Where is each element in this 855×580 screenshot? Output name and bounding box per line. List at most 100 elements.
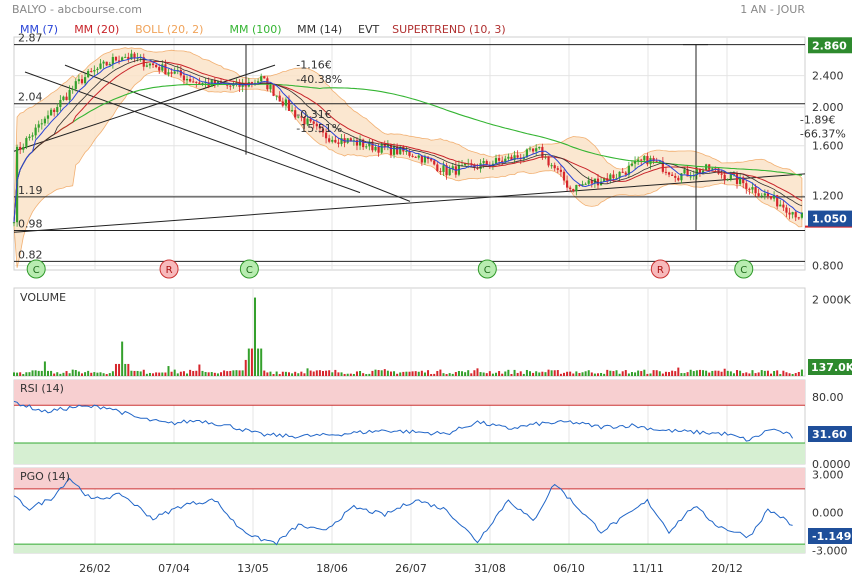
volume-bar — [470, 373, 473, 376]
candle-body — [158, 67, 161, 71]
candle-body — [31, 135, 34, 137]
candle-body — [22, 146, 25, 150]
x-tick-label: 20/12 — [711, 562, 743, 575]
rsi-y-tick: 80.00 — [812, 391, 844, 404]
candle-body — [74, 81, 77, 90]
price-y-tick: 1.600 — [812, 140, 844, 153]
candle-body — [260, 76, 263, 82]
candle-body — [482, 160, 485, 164]
volume-bar — [417, 371, 420, 376]
x-tick-label: 06/10 — [553, 562, 585, 575]
volume-bar — [569, 371, 572, 376]
volume-bar — [62, 372, 65, 376]
volume-bar — [260, 348, 263, 376]
volume-bar — [482, 372, 485, 376]
candle-body — [442, 165, 445, 172]
candle-body — [272, 85, 275, 96]
x-tick-label: 11/11 — [632, 562, 664, 575]
candle-body — [93, 70, 96, 72]
candle-body — [102, 61, 105, 64]
volume-bar — [461, 371, 464, 376]
volume-bar — [674, 371, 677, 376]
stock-chart[interactable]: 26/02 07/04 13/05 18/06 26/07 31/08 06/10 11/11… — [0, 0, 855, 580]
volume-bar — [254, 297, 257, 376]
candle-body — [40, 123, 43, 125]
volume-bar — [321, 371, 324, 376]
measure-annotation: -1.16€ — [296, 59, 331, 72]
candle-body — [170, 72, 173, 74]
candle-body — [389, 144, 393, 155]
candle-body — [331, 139, 334, 142]
candle-body — [12, 222, 16, 224]
volume-bar — [714, 370, 717, 376]
signal-label: R — [166, 265, 173, 276]
volume-bar — [148, 372, 151, 376]
candle-body — [145, 65, 148, 67]
candle-body — [80, 79, 84, 84]
candle-body — [562, 171, 566, 181]
volume-bar — [590, 372, 593, 376]
volume-bar — [127, 363, 130, 376]
candle-body — [229, 85, 232, 87]
price-y-tick: 2.400 — [812, 70, 844, 83]
candle-body — [723, 174, 726, 180]
volume-bar — [80, 373, 83, 376]
candle-body — [671, 174, 674, 176]
legend-entry: BOLL (20, 2) — [135, 23, 203, 36]
candle-body — [365, 146, 368, 148]
volume-bar — [207, 372, 210, 376]
volume-bar — [201, 370, 204, 376]
volume-bar — [553, 370, 556, 376]
candle-body — [735, 174, 739, 184]
candle-body — [380, 143, 383, 153]
volume-bar — [708, 372, 711, 376]
volume-bar — [278, 374, 281, 376]
volume-bar — [680, 373, 683, 376]
indicator-title: PGO (14) — [20, 470, 70, 483]
volume-bar — [210, 372, 213, 376]
candle-body — [68, 90, 71, 100]
candle-body — [621, 171, 624, 173]
volume-bar — [389, 371, 392, 376]
candle-body — [584, 183, 587, 185]
candle-body — [794, 212, 797, 218]
volume-bar — [723, 368, 726, 376]
volume-bar — [547, 369, 550, 376]
candle-body — [785, 207, 788, 213]
volume-bar — [87, 370, 90, 376]
volume-bar — [291, 373, 294, 376]
candle-body — [337, 142, 340, 144]
volume-bar — [757, 372, 760, 376]
candle-body — [328, 138, 331, 142]
volume-bar — [430, 374, 433, 376]
volume-bar — [498, 371, 501, 376]
volume-bar — [275, 371, 278, 376]
candle-body — [195, 81, 198, 83]
panel-frame-1 — [13, 287, 806, 377]
volume-bar — [118, 363, 121, 376]
candle-body — [769, 196, 773, 199]
volume-bar — [145, 373, 148, 376]
candle-body — [62, 96, 65, 101]
candle-body — [791, 212, 794, 215]
candle-body — [284, 99, 288, 106]
candle-body — [646, 156, 649, 165]
candle-body — [720, 173, 723, 175]
volume-bar — [479, 372, 482, 376]
volume-bar — [247, 348, 250, 376]
volume-bar — [782, 370, 785, 376]
candle-body — [167, 72, 170, 75]
volume-bar — [257, 348, 260, 376]
candle-body — [111, 57, 114, 64]
volume-bar — [229, 370, 232, 376]
x-tick-label: 13/05 — [237, 562, 269, 575]
volume-bar — [485, 373, 488, 376]
volume-bar — [284, 371, 287, 376]
volume-bar — [457, 370, 460, 376]
candle-body — [392, 146, 396, 155]
volume-bar — [454, 372, 457, 376]
volume-bar — [331, 372, 334, 376]
volume-bar — [427, 370, 430, 376]
volume-bar — [158, 372, 161, 376]
signal-label: C — [246, 265, 253, 276]
